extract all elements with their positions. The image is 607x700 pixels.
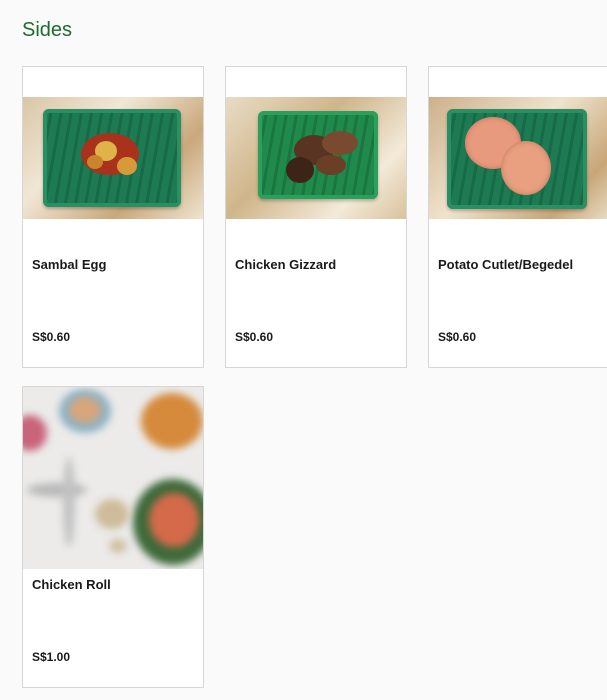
item-image[interactable] bbox=[23, 387, 203, 569]
item-price: S$0.60 bbox=[438, 330, 477, 344]
item-image[interactable] bbox=[429, 97, 607, 219]
item-price: S$0.60 bbox=[235, 330, 274, 344]
section-title: Sides bbox=[22, 19, 73, 41]
item-name: Sambal Egg bbox=[32, 257, 107, 272]
item-name: Potato Cutlet/Begedel bbox=[438, 257, 574, 272]
item-price: S$1.00 bbox=[32, 650, 71, 664]
menu-item-card[interactable]: Sambal Egg S$0.60 bbox=[22, 66, 204, 368]
item-name: Chicken Roll bbox=[32, 577, 111, 592]
item-image[interactable] bbox=[226, 97, 406, 219]
menu-item-card[interactable]: Chicken Gizzard S$0.60 bbox=[225, 66, 407, 368]
item-image[interactable] bbox=[23, 97, 203, 219]
item-price: S$0.60 bbox=[32, 330, 71, 344]
item-name: Chicken Gizzard bbox=[235, 257, 337, 272]
menu-item-card[interactable]: Chicken Roll S$1.00 bbox=[22, 386, 204, 688]
menu-item-card[interactable]: Potato Cutlet/Begedel S$0.60 bbox=[428, 66, 607, 368]
